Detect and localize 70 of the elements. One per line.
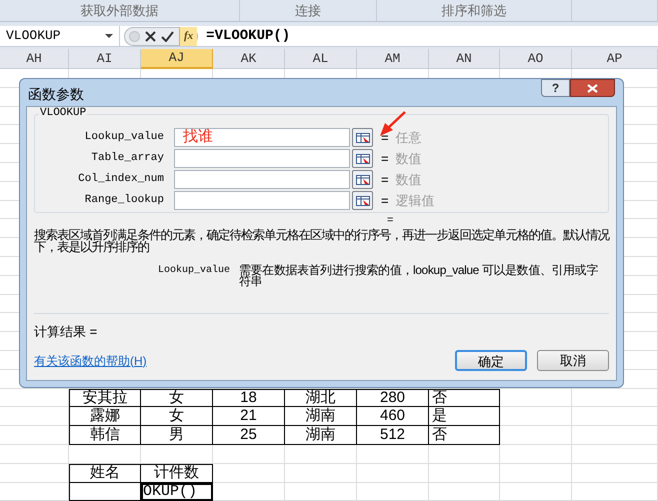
range-select-button[interactable] xyxy=(352,191,373,210)
column-header[interactable]: AK xyxy=(213,49,285,69)
column-header[interactable]: AN xyxy=(429,49,500,69)
empty-table-cell xyxy=(69,482,141,501)
table-cell: 25 xyxy=(213,426,285,445)
table-cell: 韩信 xyxy=(69,426,141,445)
argument-field[interactable] xyxy=(174,191,350,210)
argument-hint: 逻辑值 xyxy=(396,192,435,210)
ribbon-group-label: 排序和筛选 xyxy=(442,2,506,20)
dialog-button[interactable]: 确定 xyxy=(455,350,527,371)
table-cell: 计件数 xyxy=(141,464,213,483)
argument-description: 需要在数据表首列进行搜索的值，lookup_value 可以是数值、引用或字符串 xyxy=(239,265,599,287)
collapse-dialog-icon xyxy=(356,154,370,164)
column-header[interactable]: AI xyxy=(69,49,141,69)
argument-label: Range_lookup xyxy=(84,193,165,208)
table-cell: 否 xyxy=(429,426,500,445)
column-header[interactable]: AH xyxy=(0,49,69,69)
result-label: 计算结果 = xyxy=(34,322,98,340)
table-cell: 460 xyxy=(357,407,429,426)
column-header[interactable]: AP xyxy=(572,49,658,69)
ribbon-group-label: 连接 xyxy=(295,2,321,20)
equals-sign: = xyxy=(381,128,389,147)
collapse-dialog-icon xyxy=(356,196,370,206)
table-cell: OKUP() xyxy=(141,482,213,501)
argument-hint: 任意 xyxy=(396,128,422,147)
close-button[interactable] xyxy=(570,79,615,97)
argument-hint: 数值 xyxy=(396,170,422,189)
argument-field[interactable] xyxy=(174,170,350,189)
window-title: 函数参数 xyxy=(28,85,84,104)
argument-field[interactable]: 找谁 xyxy=(174,128,350,147)
formula-field[interactable]: =VLOOKUP() xyxy=(206,26,290,46)
table-cell: 是 xyxy=(429,407,500,426)
table-cell: 安其拉 xyxy=(69,388,141,408)
argument-label: Lookup_value xyxy=(84,130,165,146)
table-cell: 512 xyxy=(357,426,429,445)
insert-function-button[interactable]: fx xyxy=(179,26,198,46)
argument-label: Col_index_num xyxy=(77,172,165,188)
column-header[interactable]: AM xyxy=(357,49,429,69)
help-link[interactable]: 有关该函数的帮助(H) xyxy=(34,352,147,370)
table-cell: 21 xyxy=(213,407,285,426)
close-icon xyxy=(587,84,598,92)
range-select-button[interactable] xyxy=(352,170,373,189)
argument-field[interactable] xyxy=(174,149,350,168)
equals-sign: = xyxy=(381,150,389,168)
table-cell: 姓名 xyxy=(69,464,141,483)
table-cell: 女 xyxy=(141,407,213,426)
column-header[interactable]: AJ xyxy=(141,49,213,69)
check-icon[interactable] xyxy=(161,30,174,42)
collapse-dialog-icon xyxy=(356,174,370,184)
result-equals: = xyxy=(387,214,394,226)
table-cell: 露娜 xyxy=(69,407,141,426)
column-header[interactable]: AO xyxy=(500,49,572,69)
range-select-button[interactable] xyxy=(352,149,373,168)
range-select-button[interactable] xyxy=(352,128,373,147)
function-description: 搜索表区域首列满足条件的元素，确定待检索单元格在区域中的行序号，再进一步返回选定单元格的值。默认情况下，表是以升序排序的 xyxy=(34,229,609,253)
table-cell: 湖南 xyxy=(285,426,357,445)
table-cell: 湖南 xyxy=(285,407,357,426)
collapse-dialog-icon xyxy=(356,132,370,142)
equals-sign: = xyxy=(381,192,389,210)
equals-sign: = xyxy=(381,170,389,189)
ribbon-group-label: 获取外部数据 xyxy=(80,2,158,20)
help-button[interactable]: ? xyxy=(541,79,570,97)
argument-label: Table_array xyxy=(90,151,165,166)
dropdown-caret-icon[interactable] xyxy=(105,34,113,38)
cancel-icon[interactable] xyxy=(145,30,156,42)
table-cell: 男 xyxy=(141,426,213,445)
dialog-button[interactable]: 取消 xyxy=(537,350,609,371)
column-header[interactable]: AL xyxy=(285,49,357,69)
argument-name: Lookup_value xyxy=(158,265,232,278)
argument-hint: 数值 xyxy=(396,150,422,168)
